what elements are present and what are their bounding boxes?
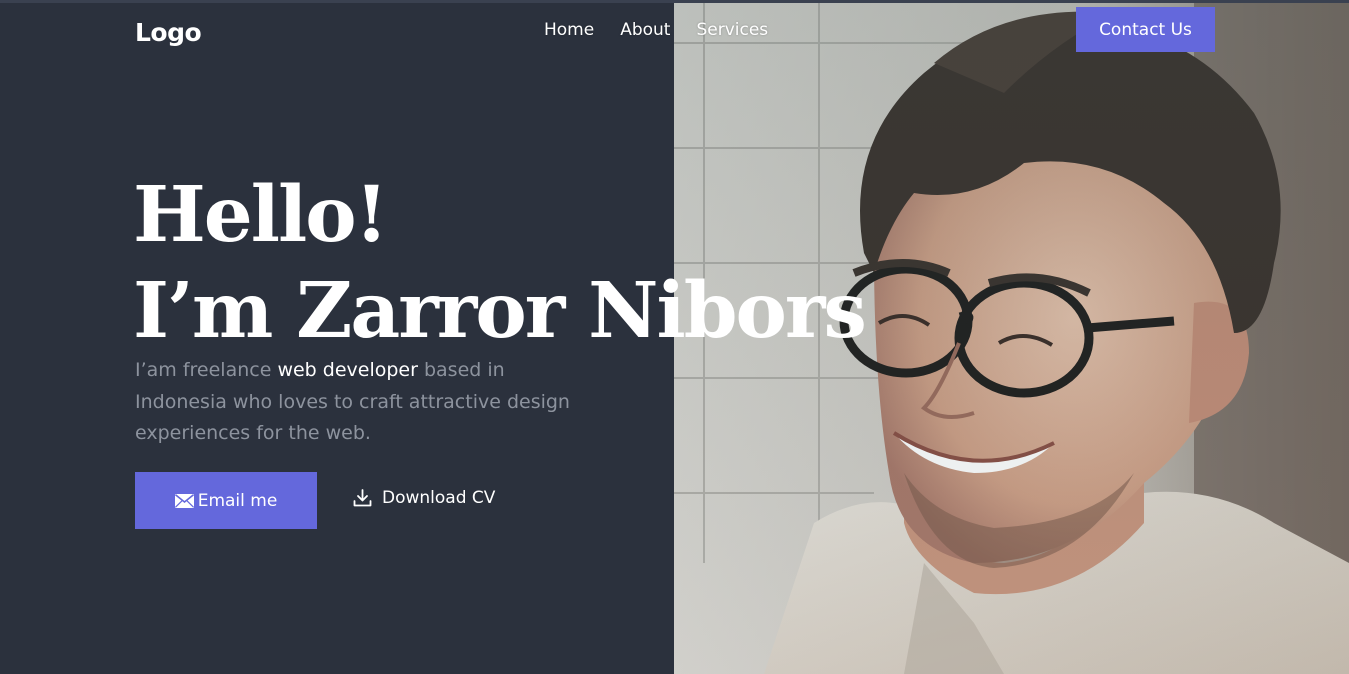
hero-title-line2: I’m Zarror Nibors [133, 266, 867, 356]
contact-us-button[interactable]: Contact Us [1076, 7, 1215, 52]
nav-services[interactable]: Services [696, 18, 768, 42]
landing-page: Logo Home About Services Contact Us Hell… [0, 0, 1349, 674]
nav-about[interactable]: About [620, 18, 670, 42]
email-me-label: Email me [197, 490, 278, 511]
envelope-icon [174, 493, 194, 508]
hero-description: I’am freelance web developer based in In… [135, 355, 575, 450]
download-cv-link[interactable]: Download CV [353, 488, 495, 508]
hero-desc-part1: I’am freelance [135, 359, 278, 381]
nav-home[interactable]: Home [544, 18, 594, 42]
hero-desc-highlight: web developer [277, 359, 418, 381]
download-icon [353, 489, 372, 507]
hero-title: Hello! I’m Zarror Nibors [133, 167, 867, 359]
logo[interactable]: Logo [135, 18, 202, 47]
main-nav: Home About Services [544, 18, 794, 42]
download-cv-label: Download CV [382, 488, 496, 508]
email-me-button[interactable]: Email me [135, 472, 317, 529]
hero-title-line1: Hello! [133, 170, 388, 260]
